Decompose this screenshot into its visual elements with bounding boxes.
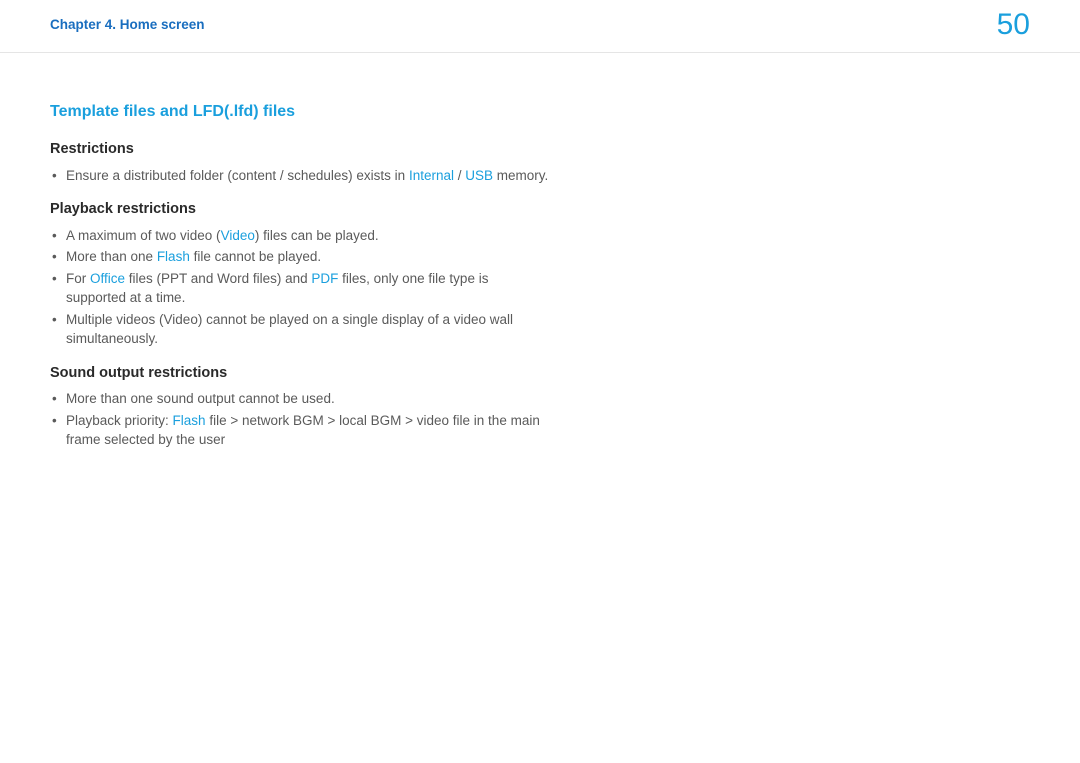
restrictions-heading: Restrictions <box>50 139 550 159</box>
playback-list: A maximum of two video (Video) files can… <box>50 226 550 349</box>
text-fragment: / <box>454 168 465 183</box>
highlight-internal: Internal <box>409 168 454 183</box>
text-fragment: More than one sound output cannot be use… <box>66 391 335 406</box>
content-area: Template files and LFD(.lfd) files Restr… <box>0 53 600 450</box>
section-title: Template files and LFD(.lfd) files <box>50 101 550 123</box>
list-item: Multiple videos (Video) cannot be played… <box>50 310 550 349</box>
highlight-office: Office <box>90 271 125 286</box>
text-fragment: Playback priority: <box>66 413 173 428</box>
text-fragment: Ensure a distributed folder (content / s… <box>66 168 409 183</box>
text-fragment: More than one <box>66 249 157 264</box>
highlight-flash: Flash <box>173 413 206 428</box>
list-item: A maximum of two video (Video) files can… <box>50 226 550 246</box>
sound-heading: Sound output restrictions <box>50 363 550 383</box>
highlight-flash: Flash <box>157 249 190 264</box>
text-fragment: file cannot be played. <box>190 249 321 264</box>
list-item: More than one sound output cannot be use… <box>50 389 550 409</box>
highlight-pdf: PDF <box>311 271 338 286</box>
page-header: Chapter 4. Home screen 50 <box>0 0 1080 53</box>
text-fragment: Multiple videos (Video) cannot be played… <box>66 312 513 347</box>
playback-heading: Playback restrictions <box>50 199 550 219</box>
list-item: For Office files (PPT and Word files) an… <box>50 269 550 308</box>
list-item: More than one Flash file cannot be playe… <box>50 247 550 267</box>
page-number: 50 <box>997 10 1030 40</box>
list-item: Ensure a distributed folder (content / s… <box>50 166 550 186</box>
text-fragment: For <box>66 271 90 286</box>
highlight-usb: USB <box>465 168 493 183</box>
text-fragment: files (PPT and Word files) and <box>125 271 311 286</box>
restrictions-list: Ensure a distributed folder (content / s… <box>50 166 550 186</box>
text-fragment: ) files can be played. <box>255 228 379 243</box>
text-fragment: memory. <box>493 168 548 183</box>
breadcrumb: Chapter 4. Home screen <box>50 16 205 35</box>
sound-list: More than one sound output cannot be use… <box>50 389 550 450</box>
page-root: Chapter 4. Home screen 50 Template files… <box>0 0 1080 763</box>
highlight-video: Video <box>221 228 255 243</box>
list-item: Playback priority: Flash file > network … <box>50 411 550 450</box>
text-fragment: A maximum of two video ( <box>66 228 221 243</box>
